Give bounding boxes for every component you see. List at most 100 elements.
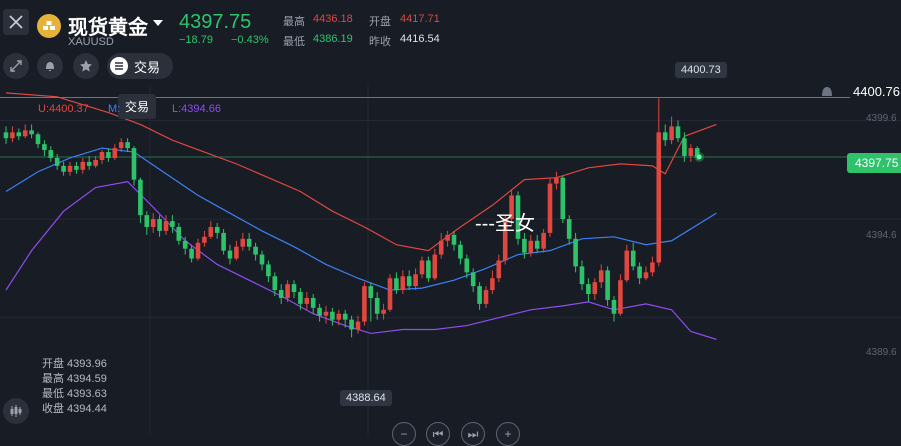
ohlc-close: 收盘 4394.44 [42,403,107,415]
scroll-end-button[interactable]: ⏭ [461,422,485,446]
high-value: 4436.18 [313,13,353,25]
candle-body [618,280,623,314]
candle-body [157,219,162,231]
trade-tooltip: 交易 [118,94,157,119]
candle-body [349,319,354,330]
candle-body [234,246,239,259]
candle-body [445,234,450,241]
candle-body [374,297,380,314]
candle-body [330,311,335,320]
candle-body [656,132,662,263]
prev-close-value: 4416.54 [400,33,440,45]
candle-body [54,157,60,166]
candle-body [566,219,572,239]
instrument-symbol: XAUUSD [68,36,114,48]
candle-body [163,221,169,231]
candle-body [285,284,290,298]
candle-body [387,278,393,310]
candle-body [259,254,265,265]
candle-body [688,148,694,156]
candle-body [291,284,297,293]
bollinger-upper-label: U:4400.37 [38,103,89,115]
candle-body [413,274,418,287]
alert-line-price: 4400.76 [853,84,900,99]
candle-body [432,254,438,279]
candle-body [214,226,220,233]
last-price-dot [696,154,702,160]
candle-body [490,278,495,291]
candle-body [368,286,374,298]
candle-body [554,177,559,184]
trade-button[interactable]: 交易 [107,53,173,79]
candle-body [304,297,310,304]
candle-body [675,126,681,139]
candle-body [611,299,617,314]
candle-body [400,276,406,291]
candle-body [426,260,431,279]
trade-label: 交易 [134,59,161,75]
candle-body [16,132,22,137]
candle-body [662,132,668,141]
candle-body [323,311,329,316]
candle-body [278,290,284,298]
candle-body [451,234,457,245]
candle-body [586,284,591,295]
candle-body [477,286,482,304]
candle-body [573,238,578,267]
candle-body [106,152,111,158]
open-label: 开盘 [369,16,391,28]
candle-body [438,240,444,255]
candle-body [592,282,598,295]
candle-body [246,238,252,247]
candle-body [272,276,278,291]
candle-body [35,134,41,145]
star-icon [80,60,92,72]
candle-body [86,161,92,166]
fullscreen-button[interactable] [3,53,29,79]
zoom-out-button[interactable]: − [392,422,416,446]
candle-body [310,297,316,308]
bollinger-lower-band [5,180,717,340]
zoom-in-button[interactable]: + [496,422,520,446]
scroll-start-button[interactable]: ⏮ [426,422,450,446]
indicator-button[interactable] [3,398,29,424]
candle-body [131,148,137,180]
candle-body [144,215,150,227]
candle-body [3,132,9,139]
ohlc-high: 最高 4394.59 [42,373,107,385]
candle-body [182,240,188,249]
candle-body [336,313,342,320]
prev-close-label: 昨收 [369,36,391,48]
candle-body [74,165,79,170]
open-value: 4417.71 [400,13,440,25]
alert-button[interactable] [37,53,63,79]
candle-body [547,183,553,233]
chevron-down-icon[interactable] [153,20,163,26]
candle-body [682,138,687,156]
candle-body [458,244,463,259]
candle-body [170,221,175,227]
candle-body [298,292,303,304]
bollinger-upper-band [5,92,717,252]
ohlc-open: 开盘 4393.96 [42,358,107,370]
candle-body [221,232,226,251]
candle-body [67,165,73,172]
candle-body [406,276,412,287]
last-price: 4397.75 [179,11,252,33]
expand-icon [10,60,22,72]
candle-body [240,238,246,247]
ohlc-low: 最低 4393.63 [42,388,107,400]
watermark-text: ---圣女 [475,213,535,235]
bell-icon [46,62,54,71]
favorite-button[interactable] [73,53,99,79]
price-change-percent: −0.43% [231,34,269,46]
candle-body [208,226,214,237]
price-alert-bell-icon[interactable] [819,84,835,105]
candle-body [99,152,105,160]
candle-body [496,260,502,279]
candle-body [189,248,194,259]
axis-label: 4399.6 [866,113,897,124]
axis-label: 4389.6 [866,347,897,358]
price-change: −18.79 [179,34,213,46]
close-button[interactable] [3,9,29,35]
